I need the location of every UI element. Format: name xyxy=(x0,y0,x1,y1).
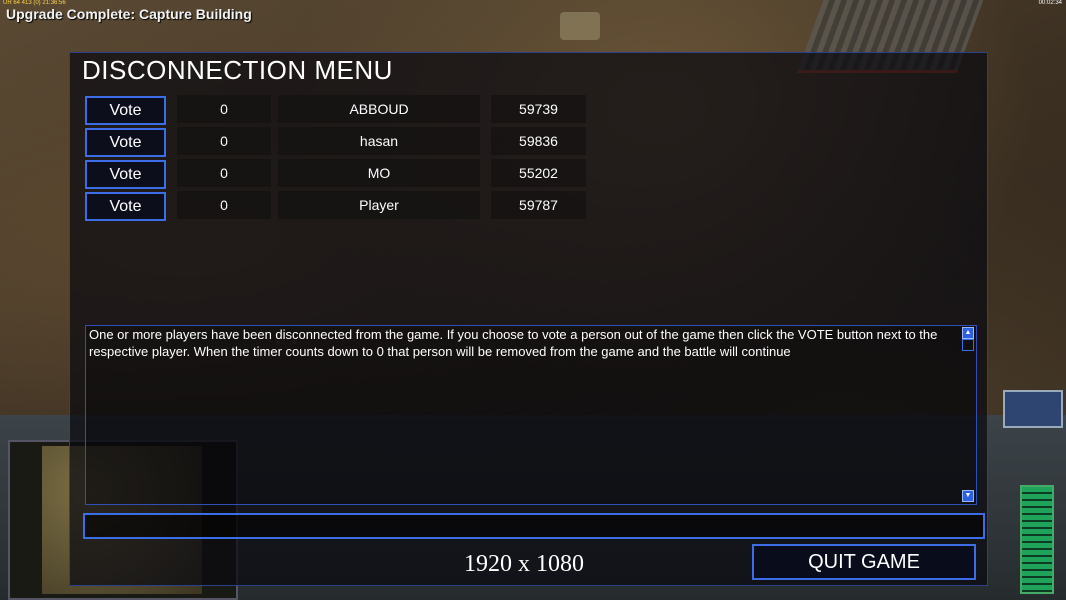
satellite-icon[interactable] xyxy=(1003,390,1063,428)
vote-count: 0 xyxy=(177,191,271,219)
vote-button[interactable]: Vote xyxy=(85,128,166,157)
scroll-down-icon[interactable]: ▼ xyxy=(962,490,974,502)
player-id: 59739 xyxy=(491,95,586,123)
power-bar xyxy=(1020,485,1054,594)
scroll-up-icon[interactable]: ▲ xyxy=(962,327,974,339)
player-name: ABBOUD xyxy=(278,95,480,123)
player-id: 59836 xyxy=(491,127,586,155)
vote-button[interactable]: Vote xyxy=(85,96,166,125)
vote-count: 0 xyxy=(177,95,271,123)
quit-game-button[interactable]: QUIT GAME xyxy=(752,544,976,580)
message-box[interactable]: One or more players have been disconnect… xyxy=(85,325,977,505)
vote-button[interactable]: Vote xyxy=(85,192,166,221)
resolution-label: 1920 x 1080 xyxy=(464,551,584,577)
vote-count: 0 xyxy=(177,127,271,155)
vote-count: 0 xyxy=(177,159,271,187)
player-id: 59787 xyxy=(491,191,586,219)
status-message: Upgrade Complete: Capture Building xyxy=(6,6,252,22)
game-clock: 00:02:34 xyxy=(1038,0,1062,6)
vehicle-unit xyxy=(560,12,600,40)
scrollbar-thumb[interactable] xyxy=(962,339,974,351)
disconnection-dialog: DISCONNECTION MENU Vote 0 ABBOUD 59739 V… xyxy=(69,52,988,586)
vote-button[interactable]: Vote xyxy=(85,160,166,189)
disconnect-message: One or more players have been disconnect… xyxy=(89,327,938,359)
player-id: 55202 xyxy=(491,159,586,187)
player-name: Player xyxy=(278,191,480,219)
dialog-title: DISCONNECTION MENU xyxy=(82,55,393,85)
player-name: MO xyxy=(278,159,480,187)
chat-input[interactable] xyxy=(83,513,985,539)
player-name: hasan xyxy=(278,127,480,155)
